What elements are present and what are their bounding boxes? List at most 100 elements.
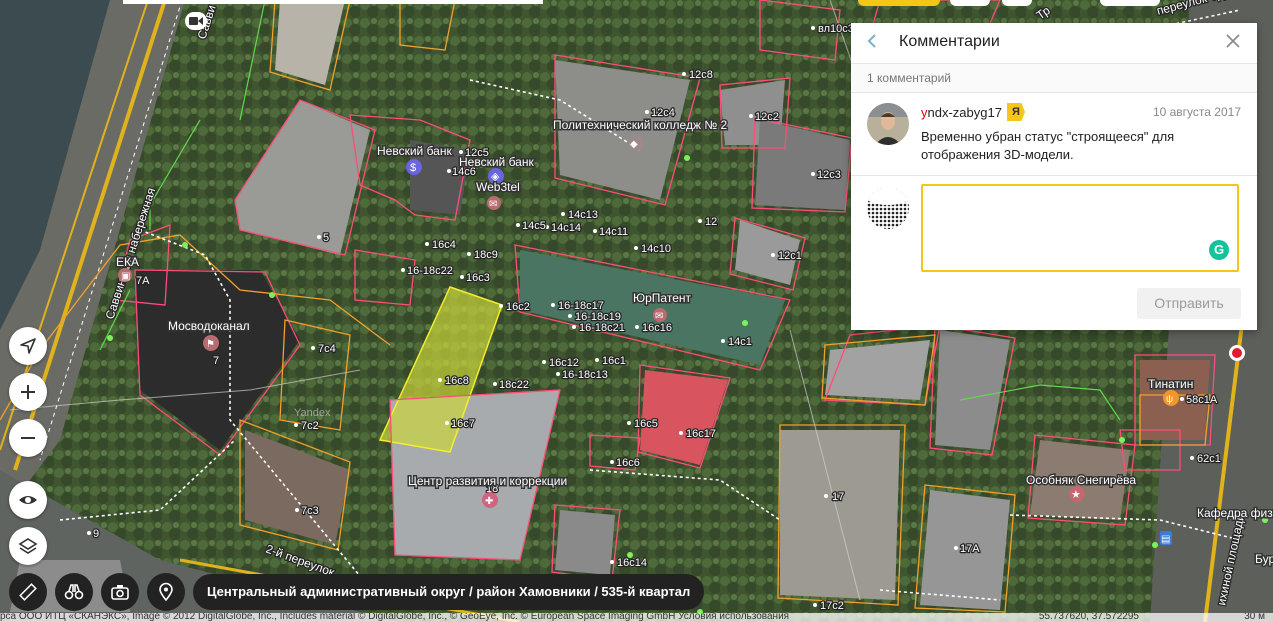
top-control[interactable] <box>1100 0 1160 6</box>
grammarly-icon[interactable]: G <box>1209 240 1229 260</box>
bank-icon: $ <box>410 162 416 174</box>
comment-text: Временно убран статус "строящееся" для о… <box>921 129 1175 162</box>
back-arrow-icon <box>867 34 876 48</box>
poi-tinatin[interactable]: Тинатин <box>1147 376 1195 393</box>
zoom-out-button[interactable] <box>9 419 47 457</box>
map-label: 9 <box>93 528 99 540</box>
poi-bur[interactable]: Бур <box>1254 551 1273 568</box>
map-label: 16с7 <box>451 418 475 430</box>
top-panel-edge <box>123 0 543 4</box>
poi-mosvodokanal[interactable]: Мосводоканал <box>167 318 252 335</box>
copyright-text: рса ООО ИТЦ «СКАНЭКС», Image © 2012 Digi… <box>0 613 790 622</box>
pin-icon <box>159 582 173 602</box>
top-action-button[interactable] <box>858 0 940 6</box>
map-label: 14с11 <box>599 226 628 238</box>
comment-textarea-wrapper: G <box>921 184 1239 272</box>
map-label: 18с9 <box>474 249 498 261</box>
address-breadcrumb[interactable]: Центральный административный округ / рай… <box>193 574 705 610</box>
map-label: 58с1А <box>1186 394 1218 406</box>
office-icon: ✉ <box>489 199 497 210</box>
map-label: 17 <box>832 491 844 503</box>
map-label: 12с1 <box>778 250 802 262</box>
comment-input[interactable] <box>923 186 1237 270</box>
zoom-in-icon <box>21 385 35 399</box>
poi-eka[interactable]: ЕКА <box>115 254 141 271</box>
map-label: 16с5 <box>634 418 658 430</box>
map-label: 16с4 <box>432 239 456 251</box>
layers-button[interactable] <box>9 527 47 565</box>
scale-label: 30 м <box>1244 613 1265 622</box>
coordinates: 55.737620, 37.572295 <box>1038 613 1139 622</box>
map-label: 12 <box>705 216 717 228</box>
navigate-icon <box>20 338 36 354</box>
poi-nevsky-bank-2[interactable]: Невский банк <box>458 154 536 171</box>
map-label: 17с2 <box>820 600 844 612</box>
map-label: 16с1 <box>602 355 626 367</box>
poi-yurpatent[interactable]: ЮрПатент <box>632 290 693 307</box>
top-control[interactable] <box>1002 0 1032 6</box>
send-button[interactable]: Отправить <box>1137 288 1241 319</box>
map-label: 12с8 <box>689 69 713 81</box>
comment-count: 1 комментарий <box>851 64 1257 93</box>
panorama-button[interactable] <box>55 573 93 611</box>
panorama-view-button[interactable] <box>9 481 47 519</box>
camera-icon <box>111 585 129 600</box>
close-button[interactable] <box>1223 31 1243 51</box>
poi-osobnyak[interactable]: Особняк Снегирёва <box>1025 472 1138 489</box>
ruler-button[interactable] <box>9 573 47 611</box>
poi-nevsky-bank-1[interactable]: Невский банк <box>376 143 454 160</box>
avatar[interactable] <box>867 103 909 145</box>
poi-kafedra[interactable]: Кафедра физи <box>1196 505 1273 522</box>
map-label: 17А <box>960 543 980 555</box>
locate-button[interactable] <box>9 327 47 365</box>
poi-websitel[interactable]: Web3tel <box>475 179 522 196</box>
map-label: 16с8 <box>445 375 469 387</box>
place-button[interactable] <box>147 573 185 611</box>
map-label: 7с4 <box>318 343 336 355</box>
office-icon: ⚑ <box>206 339 215 350</box>
map-label: 14с14 <box>551 222 581 234</box>
map-label: вл10с3 <box>818 23 854 35</box>
poi-polytech[interactable]: Политехнический колледж № 2 <box>552 117 730 134</box>
map-label: 7А <box>136 275 150 287</box>
map-label: 18с22 <box>499 379 529 391</box>
copyright-bar: рса ООО ИТЦ «СКАНЭКС», Image © 2012 Digi… <box>0 613 1273 622</box>
shop-icon: ▣ <box>121 271 130 282</box>
map-label: 16с2 <box>506 301 530 313</box>
panel-title: Комментарии <box>899 33 1000 50</box>
bus-stop-icon: ▤ <box>1161 534 1170 545</box>
video-camera-icon[interactable] <box>185 12 207 30</box>
comment-author[interactable]: yndx-zabyg17 <box>921 105 1002 120</box>
comments-panel: Комментарии 1 комментарий yndx-zabyg17 Я… <box>851 23 1257 330</box>
restaurant-icon: ψ <box>1166 394 1173 405</box>
yandex-watermark: Yandex <box>294 407 331 419</box>
back-button[interactable] <box>867 32 877 55</box>
map-label: 7 <box>213 355 219 367</box>
top-control[interactable] <box>950 0 990 6</box>
map-label: 16с17 <box>686 428 716 440</box>
panel-header: Комментарии <box>851 23 1257 64</box>
map-label: 12с3 <box>817 169 841 181</box>
yandex-badge-icon: Я <box>1007 103 1025 121</box>
map-label: 16с3 <box>466 272 490 284</box>
map-label: 16с6 <box>616 457 640 469</box>
map-label: 14с5 <box>522 220 546 232</box>
ruler-icon <box>19 583 37 601</box>
map-label: 16с12 <box>549 357 579 369</box>
zoom-in-button[interactable] <box>9 373 47 411</box>
zoom-out-icon <box>21 437 35 439</box>
layers-icon <box>18 538 38 554</box>
poi-center[interactable]: Центр развития и коррекции <box>407 473 569 490</box>
map-label: 16с14 <box>617 557 647 569</box>
landmark-icon: ★ <box>1071 489 1081 501</box>
health-icon: ✚ <box>485 496 493 507</box>
map-label: 14с10 <box>641 243 671 255</box>
current-user-avatar <box>867 187 909 229</box>
map-label: 14с1 <box>728 336 752 348</box>
photo-button[interactable] <box>101 573 139 611</box>
map-label: 16-18с13 <box>562 369 608 381</box>
map-label: 16-18с22 <box>407 265 453 277</box>
binoculars-icon <box>64 584 84 600</box>
map-label: 16-18с21 <box>579 322 625 334</box>
comment-date: 10 августа 2017 <box>1152 105 1241 119</box>
